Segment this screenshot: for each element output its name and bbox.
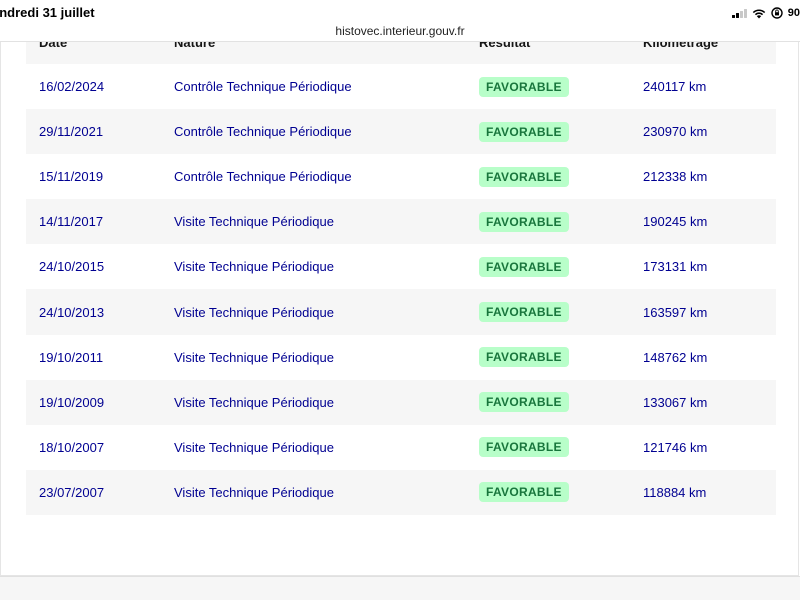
status-badge: FAVORABLE [479,166,569,187]
table-row: 29/11/2021 Contrôle Technique Périodique… [26,109,776,155]
cell-result: FAVORABLE [479,470,643,515]
cellular-signal-icon [731,8,747,18]
cell-nature: Visite Technique Périodique [174,394,334,410]
cell-result: FAVORABLE [479,335,643,380]
cell-date: 19/10/2011 [39,349,104,365]
cell-mileage: 212338 km [643,169,708,185]
table-row: 19/10/2011 Visite Technique Périodique F… [26,334,776,380]
status-badge: FAVORABLE [479,482,569,503]
table-row: 24/10/2013 Visite Technique Périodique F… [26,289,776,335]
cell-nature: Visite Technique Périodique [174,304,334,320]
cell-result: FAVORABLE [479,154,643,199]
cell-date: 24/10/2015 [39,259,105,275]
cell-nature: Contrôle Technique Périodique [174,124,352,140]
cell-result: FAVORABLE [479,244,643,289]
status-badge: FAVORABLE [479,302,569,323]
cell-mileage: 121746 km [643,439,708,455]
status-badge: FAVORABLE [479,76,569,97]
cell-date: 14/11/2017 [39,214,104,230]
status-badge: FAVORABLE [479,121,569,142]
cell-mileage: 118884 km [643,484,707,500]
status-bar: endredi 31 juillet 90 [0,0,800,24]
status-icons: 90 [731,6,800,20]
cell-date: 23/07/2007 [39,484,105,500]
table-row: 14/11/2017 Visite Technique Périodique F… [26,199,776,245]
header-mileage[interactable]: Kilométrage [643,42,718,50]
cell-result: FAVORABLE [479,64,643,109]
cell-date: 18/10/2007 [39,439,105,455]
status-badge: FAVORABLE [479,211,569,232]
status-badge: FAVORABLE [479,392,569,413]
wifi-icon [752,8,765,18]
status-badge: FAVORABLE [479,256,569,277]
cell-mileage: 240117 km [643,79,707,95]
header-result[interactable]: Résultat [479,42,530,50]
cell-date: 15/11/2019 [39,169,104,185]
cell-nature: Visite Technique Périodique [174,484,334,500]
cell-date: 24/10/2013 [39,304,105,320]
cell-nature: Contrôle Technique Périodique [174,79,352,95]
cell-nature: Visite Technique Périodique [174,259,334,275]
status-badge: FAVORABLE [479,437,569,458]
header-date[interactable]: Date [39,42,67,50]
cell-date: 19/10/2009 [39,394,105,410]
cell-nature: Visite Technique Périodique [174,439,334,455]
status-badge: FAVORABLE [479,347,569,368]
header-nature[interactable]: Nature [174,42,215,50]
cell-result: FAVORABLE [479,109,643,154]
battery-percent: 90 [787,7,800,19]
cell-result: FAVORABLE [479,380,643,425]
cell-result: FAVORABLE [479,199,643,244]
orientation-lock-icon [771,7,783,19]
cell-date: 16/02/2024 [39,79,105,95]
table-row: 15/11/2019 Contrôle Technique Périodique… [26,154,776,200]
cell-date: 29/11/2021 [39,124,104,140]
table-row: 16/02/2024 Contrôle Technique Périodique… [26,64,776,110]
cell-mileage: 173131 km [643,259,708,275]
cell-mileage: 190245 km [643,214,708,230]
bottom-toolbar [0,576,800,600]
table-row: 23/07/2007 Visite Technique Périodique F… [26,469,776,515]
status-date: endredi 31 juillet [0,5,95,20]
cell-nature: Visite Technique Périodique [174,214,334,230]
cell-result: FAVORABLE [479,425,643,470]
table-header: Date Nature Résultat Kilométrage [26,42,776,65]
table-row: 19/10/2009 Visite Technique Périodique F… [26,379,776,425]
cell-mileage: 133067 km [643,394,708,410]
table-row: 18/10/2007 Visite Technique Périodique F… [26,424,776,470]
cell-nature: Contrôle Technique Périodique [174,169,352,185]
cell-mileage: 163597 km [643,304,708,320]
content-card: Date Nature Résultat Kilométrage 16/02/2… [0,42,799,576]
inspection-history-table: 16/02/2024 Contrôle Technique Périodique… [26,64,776,515]
cell-mileage: 230970 km [643,124,708,140]
cell-result: FAVORABLE [479,289,643,334]
url-bar[interactable]: histovec.interieur.gouv.fr [0,22,800,42]
table-row: 24/10/2015 Visite Technique Périodique F… [26,244,776,290]
cell-nature: Visite Technique Périodique [174,349,334,365]
cell-mileage: 148762 km [643,349,708,365]
